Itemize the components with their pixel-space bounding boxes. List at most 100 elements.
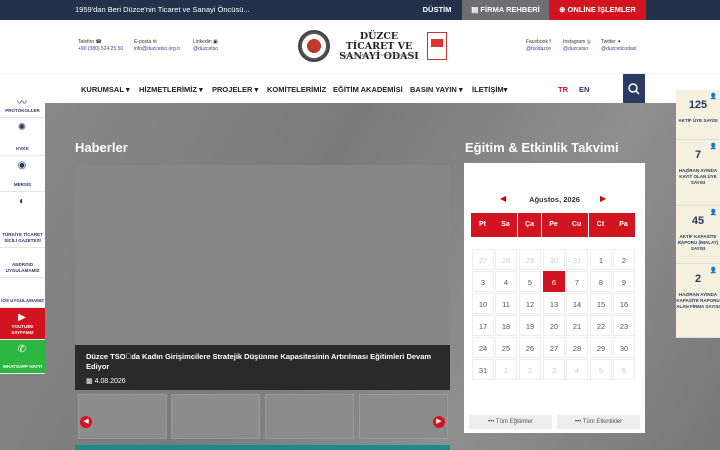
calendar-day[interactable]: 26 (519, 337, 541, 358)
apple-icon (14, 282, 30, 296)
calendar-day[interactable]: 4 (495, 271, 517, 292)
search-button[interactable] (623, 74, 645, 104)
nav-projeler[interactable]: PROJELER ▾ (212, 85, 258, 94)
calendar-day[interactable]: 9 (613, 271, 635, 292)
calendar-day[interactable]: 3 (472, 271, 494, 292)
stat-number: 2 (694, 273, 702, 285)
nav-kurumsal[interactable]: KURUMSAL ▾ (81, 85, 130, 94)
contact-instagram[interactable]: Instagram ◎ @duzcetso (563, 39, 591, 52)
news-caption[interactable]: Düzce TSO da Kadın Girişimcilere Stratej… (75, 345, 450, 390)
contact-value: @duzcetso (193, 45, 219, 52)
contact-value: info@duzcetso.org.tr (134, 45, 181, 52)
calendar-day[interactable]: 23 (613, 315, 635, 336)
calendar-section-title: Eğitim & Etkinlik Takvimi (465, 140, 619, 155)
quicklink-handshake[interactable]: 〰 PROTOKOLLER (0, 90, 45, 118)
calendar-day[interactable]: 11 (495, 293, 517, 314)
slider-next-arrow-icon[interactable]: ▶ (433, 416, 445, 428)
calendar-day[interactable]: 27 (472, 249, 494, 270)
calendar-day[interactable]: 28 (495, 249, 517, 270)
contact-facebook[interactable]: Facebook f @tsoduzce (526, 39, 551, 52)
lang-en[interactable]: EN (579, 85, 589, 94)
calendar-day[interactable]: 8 (590, 271, 612, 292)
calendar-day[interactable]: 24 (472, 337, 494, 358)
calendar-day[interactable]: 28 (566, 337, 588, 358)
nav-hizmetlerimiz[interactable]: HİZMETLERİMİZ ▾ (139, 85, 203, 94)
calendar-day[interactable]: 7 (566, 271, 588, 292)
quicklink-android[interactable]: ANDROID UYGULAMAMIZ (0, 248, 45, 278)
calendar-day[interactable]: 2 (613, 249, 635, 270)
nav-komitelerimiz[interactable]: KOMİTELERİMİZ (267, 85, 326, 94)
news-thumbnail[interactable] (265, 394, 354, 439)
calendar-day[interactable]: 29 (519, 249, 541, 270)
quicklink-kvkk[interactable]: ✺ KVKK (0, 118, 45, 156)
calendar-day[interactable]: 25 (495, 337, 517, 358)
calendar-day[interactable]: 31 (472, 359, 494, 380)
kvkk-icon: ✺ (17, 122, 27, 133)
calendar-day[interactable]: 13 (543, 293, 565, 314)
calendar-day[interactable]: 2 (519, 359, 541, 380)
facebook-icon: f (549, 39, 551, 45)
calendar-day[interactable]: 22 (590, 315, 612, 336)
quicklink-gazette[interactable]: ◐ TÜRKİYE TİCARET SİCİLİ GAZETESİ (0, 192, 45, 248)
chamber-seal-logo[interactable] (298, 30, 330, 62)
quicklink-youtube[interactable]: ▶ YOUTUBE SAYFAMIZ (0, 308, 45, 340)
chamber-logo-text[interactable]: DÜZCE TİCARET VE SANAYİ ODASI (335, 32, 423, 62)
slider-prev-arrow-icon[interactable]: ◀ (80, 416, 92, 428)
news-date: ▦ 4.08.2026 (86, 377, 126, 385)
globe-icon: ⊕ (559, 5, 568, 14)
news-thumbnail[interactable] (78, 394, 167, 439)
calendar-day-header: Cu (565, 213, 588, 237)
calendar-day[interactable]: 6 (543, 271, 565, 292)
nav-basin-yayin[interactable]: BASIN YAYIN ▾ (410, 85, 463, 94)
calendar-day[interactable]: 19 (519, 315, 541, 336)
nav-egitim-akademisi[interactable]: EĞİTİM AKADEMİSİ (333, 85, 403, 94)
handshake-icon: 〰 (17, 98, 27, 109)
calendar-day[interactable]: 18 (495, 315, 517, 336)
news-headline: Düzce TSO da Kadın Girişimcilere Stratej… (86, 352, 432, 371)
calendar-day[interactable]: 30 (613, 337, 635, 358)
calendar-day[interactable]: 30 (543, 249, 565, 270)
all-trainings-label: Tüm Eğitimler (495, 419, 533, 425)
nav-iletisim[interactable]: İLETİŞİM▾ (472, 85, 507, 94)
calendar-day[interactable]: 15 (590, 293, 612, 314)
all-trainings-button[interactable]: ••• Tüm Eğitimler (469, 415, 552, 429)
calendar-day[interactable]: 5 (590, 359, 612, 380)
stat-number: 125 (688, 99, 708, 111)
calendar-day-header: Ça (518, 213, 541, 237)
tagline: 1959'dan Beri Düzce'nin Ticaret ve Sanay… (75, 5, 250, 14)
quicklink-label: IOS UYGULAMAMIZ (1, 298, 44, 303)
calendar-day[interactable]: 20 (543, 315, 565, 336)
calendar-day[interactable]: 17 (472, 315, 494, 336)
calendar-day[interactable]: 27 (543, 337, 565, 358)
calendar-day[interactable]: 10 (472, 293, 494, 314)
calendar-day[interactable]: 12 (519, 293, 541, 314)
contact-linkedin[interactable]: Linkedin ▣ @duzcetso (193, 39, 218, 52)
news-thumbnail[interactable] (171, 394, 260, 439)
calendar-day[interactable]: 3 (543, 359, 565, 380)
online-islemler-button[interactable]: ⊕ ONLİNE İŞLEMLER (549, 0, 646, 20)
calendar-day[interactable]: 1 (590, 249, 612, 270)
calendar-day-header: Pe (542, 213, 565, 237)
calendar-day[interactable]: 1 (495, 359, 517, 380)
calendar-day[interactable]: 6 (613, 359, 635, 380)
calendar-next-icon[interactable]: ▶ (600, 194, 606, 203)
quicklink-label: YOUTUBE SAYFAMIZ (11, 324, 34, 335)
contact-email[interactable]: E-posta ✉ info@duzcetso.org.tr (134, 39, 180, 52)
contact-label: Twitter (601, 39, 616, 45)
calendar-day[interactable]: 14 (566, 293, 588, 314)
calendar-day[interactable]: 16 (613, 293, 635, 314)
dustim-link[interactable]: DÜSTİM (412, 0, 462, 20)
contact-phone[interactable]: Telefon ☎ +90 (380) 524 25 50 (78, 39, 123, 52)
contact-twitter[interactable]: Twitter ✦ @duzceticodasi (601, 39, 636, 52)
calendar-day[interactable]: 5 (519, 271, 541, 292)
calendar-day[interactable]: 31 (566, 249, 588, 270)
firma-rehberi-button[interactable]: ▤ FİRMA REHBERİ (462, 0, 549, 20)
lang-tr[interactable]: TR (558, 85, 568, 94)
quicklink-mersis[interactable]: ◉ MERSİS (0, 156, 45, 192)
quicklink-apple[interactable]: IOS UYGULAMAMIZ (0, 278, 45, 308)
calendar-day[interactable]: 21 (566, 315, 588, 336)
quicklink-whatsapp[interactable]: ✆ WHATSAPP HATTI (0, 340, 45, 374)
calendar-day[interactable]: 29 (590, 337, 612, 358)
calendar-day[interactable]: 4 (566, 359, 588, 380)
all-events-button[interactable]: ••• Tüm Etkinlikler (557, 415, 640, 429)
